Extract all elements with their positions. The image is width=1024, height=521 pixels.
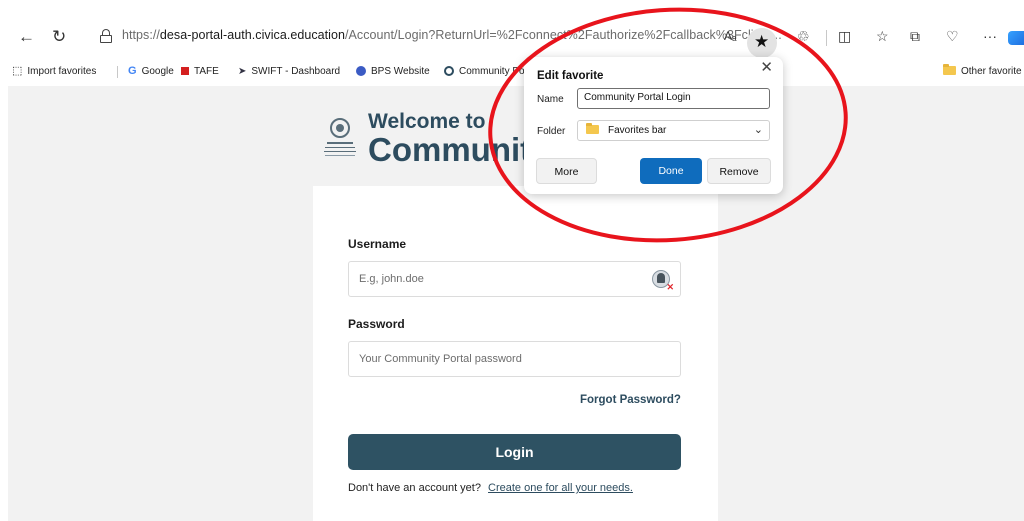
more-menu-icon[interactable]: ··· (983, 28, 997, 44)
fav-google[interactable]: G Google (128, 65, 174, 78)
collections-icon[interactable]: ⧉ (910, 28, 920, 44)
browser-toolbar: ← ↻ https://desa-portal-auth.civica.educ… (0, 0, 1024, 62)
password-input[interactable]: Your Community Portal password (348, 341, 681, 377)
name-label: Name (537, 94, 564, 105)
fav-tafe[interactable]: TAFE (181, 65, 219, 78)
extensions-icon[interactable]: ♲ (797, 28, 810, 44)
toolbar-divider (826, 30, 827, 46)
google-icon: G (128, 65, 137, 77)
back-arrow-icon[interactable]: ← (18, 27, 35, 47)
swift-icon: ➤ (238, 66, 247, 77)
fav-community-portal[interactable]: Community Po (444, 65, 525, 78)
forgot-password-link[interactable]: Forgot Password? (580, 394, 681, 406)
seal-icon (330, 118, 350, 138)
government-logo (322, 118, 370, 160)
username-label: Username (348, 237, 407, 251)
favorite-star-button[interactable]: ★ (747, 28, 777, 58)
chevron-down-icon: ⌄ (753, 124, 763, 136)
remove-button[interactable]: Remove (707, 158, 771, 184)
close-icon[interactable]: ✕ (760, 59, 773, 77)
more-button[interactable]: More (536, 158, 597, 184)
password-placeholder: Your Community Portal password (359, 353, 522, 365)
edit-favorite-dialog: Edit favorite ✕ Name Community Portal Lo… (524, 57, 783, 194)
no-account-text: Don't have an account yet? (348, 482, 481, 494)
folder-select[interactable]: Favorites bar ⌄ (577, 120, 770, 141)
refresh-icon[interactable]: ↻ (52, 27, 66, 47)
done-button[interactable]: Done (640, 158, 702, 184)
tafe-icon (181, 67, 189, 76)
dialog-title: Edit favorite (537, 70, 604, 82)
community-icon (444, 66, 454, 77)
page-title: Community (368, 131, 550, 168)
folder-icon (586, 123, 599, 134)
folder-label: Folder (537, 126, 566, 137)
fav-swift-dashboard[interactable]: ➤ SWIFT - Dashboard (238, 65, 340, 78)
bps-icon (356, 66, 366, 77)
fav-import-favorites[interactable]: ⬚ Import favorites (12, 65, 96, 78)
password-manager-icon[interactable]: ✕ (652, 270, 674, 292)
login-button[interactable]: Login (348, 434, 681, 470)
favorite-name-input[interactable]: Community Portal Login (577, 88, 770, 109)
copilot-icon[interactable] (1008, 31, 1024, 45)
browser-essentials-icon[interactable]: ♡ (946, 28, 959, 44)
url-text: https://desa-portal-auth.civica.educatio… (122, 28, 782, 42)
favbar-divider (117, 66, 118, 78)
username-placeholder: E.g, john.doe (359, 273, 424, 285)
username-input[interactable]: E.g, john.doe ✕ (348, 261, 681, 297)
folder-icon (943, 64, 956, 78)
fav-other-favorites[interactable]: Other favorite (943, 64, 1022, 78)
favorites-icon[interactable]: ☆ (876, 28, 889, 44)
password-label: Password (348, 317, 405, 331)
star-icon: ★ (754, 32, 770, 51)
signup-prompt: Don't have an account yet? Create one fo… (348, 482, 633, 494)
fav-bps-website[interactable]: BPS Website (356, 65, 430, 78)
create-account-link[interactable]: Create one for all your needs. (488, 482, 633, 494)
lock-icon[interactable] (100, 29, 112, 43)
folder-value: Favorites bar (608, 125, 667, 136)
import-icon: ⬚ (12, 65, 23, 77)
favorites-bar: ⬚ Import favorites G Google TAFE ➤ SWIFT - … (0, 62, 1024, 82)
split-screen-icon[interactable]: ◫ (838, 28, 851, 44)
address-bar[interactable]: https://desa-portal-auth.civica.educatio… (100, 28, 782, 50)
read-aloud-icon[interactable]: Aₐ (724, 28, 736, 44)
